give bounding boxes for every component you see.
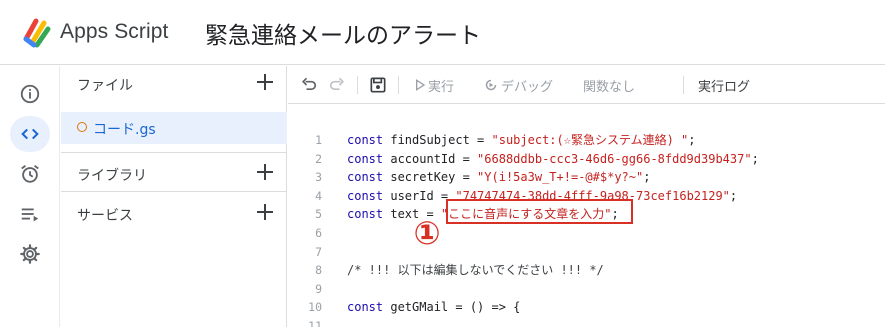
add-library-plus-icon[interactable] (253, 160, 277, 184)
left-navigation-rail (0, 66, 60, 327)
code-line[interactable]: 9 (288, 280, 885, 299)
editor-button[interactable] (10, 116, 50, 152)
code-token-rest: accountId = (383, 151, 478, 166)
app-name: Apps Script (60, 20, 169, 43)
line-number: 5 (315, 207, 322, 222)
line-number: 6 (315, 226, 322, 240)
code-token-kw: const (347, 133, 384, 147)
code-token-tail: ; (751, 151, 759, 166)
code-text: const secretKey = "Y(i!5a3w_T+!=-@#$*y?~… (347, 168, 650, 187)
files-panel: ファイル コード.gs ライブラリ サービス (61, 66, 287, 327)
run-button[interactable]: 実行 (428, 76, 454, 95)
code-token-kw: const (347, 188, 384, 203)
code-line[interactable]: 8 /* !!! 以下は編集しないでください !!! */ (288, 261, 885, 280)
code-token-kw: const (347, 300, 384, 315)
save-icon[interactable] (368, 75, 388, 95)
run-play-icon[interactable] (412, 75, 428, 95)
toolbar-separator (357, 76, 358, 94)
code-token-rest: /* !!! 以下は編集しないでください !!! */ (347, 263, 604, 278)
annotation-highlight-box (446, 199, 633, 224)
files-label: ファイル (77, 78, 133, 94)
undo-icon[interactable] (299, 75, 319, 95)
redo-icon[interactable] (327, 75, 347, 95)
gear-icon (20, 244, 40, 264)
code-line[interactable]: 2 const accountId = "6688ddbb-ccc3-46d6-g… (288, 150, 885, 169)
code-token-rest: findSubject = (383, 133, 492, 147)
code-token-tail: ; (688, 133, 696, 147)
triggers-button[interactable] (10, 156, 50, 192)
alarm-clock-icon (21, 165, 39, 183)
add-file-plus-icon[interactable] (253, 70, 277, 94)
code-text: const getGMail = () => { (347, 298, 520, 317)
code-line[interactable]: 10 const getGMail = () => { (288, 298, 885, 317)
project-title[interactable]: 緊急連絡メールのアラート (205, 16, 481, 50)
annotation-number-badge: ① (413, 214, 441, 252)
line-number: 7 (315, 244, 322, 259)
function-select[interactable]: 関数なし (583, 76, 635, 95)
file-name: コード.gs (93, 122, 156, 138)
code-token-kw: const (347, 170, 384, 185)
code-token-rest: secretKey = (383, 170, 478, 185)
line-number: 1 (315, 133, 322, 147)
code-text: /* !!! 以下は編集しないでください !!! */ (347, 261, 604, 280)
overview-button[interactable] (10, 76, 50, 112)
file-item-code-gs[interactable]: コード.gs (61, 112, 287, 144)
toolbar-separator (398, 76, 399, 94)
executions-button[interactable] (10, 196, 50, 232)
code-token-rest: userId = (383, 188, 456, 203)
code-line[interactable]: 6 (288, 224, 885, 243)
files-header: ファイル (61, 66, 287, 102)
info-icon (20, 84, 40, 104)
file-status-dot-icon (77, 122, 87, 132)
code-token-str: "Y(i!5a3w_T+!=-@#$*y?~" (477, 170, 644, 185)
code-token-tail: ; (643, 170, 651, 185)
debug-icon[interactable] (482, 75, 500, 95)
code-icon (21, 128, 39, 140)
editor-toolbar: 実行 デバッグ 関数なし 実行ログ (288, 66, 885, 104)
line-number: 9 (315, 281, 322, 296)
code-token-tail: ; (729, 188, 738, 203)
executions-list-icon (21, 208, 39, 222)
code-line[interactable]: 1 const findSubject = "subject:(☆緊急システム連絡… (288, 131, 885, 150)
debug-button[interactable]: デバッグ (501, 76, 553, 95)
code-line[interactable]: 7 (288, 243, 885, 262)
code-line[interactable]: 11 (288, 317, 885, 327)
divider (61, 152, 287, 153)
line-number: 3 (315, 170, 322, 185)
line-number: 4 (315, 188, 322, 203)
code-token-str: "subject:(☆緊急システム連絡) " (491, 133, 689, 147)
line-number: 2 (315, 151, 322, 166)
line-number: 8 (315, 263, 322, 278)
line-number: 10 (308, 300, 322, 315)
services-header: サービス (61, 196, 287, 232)
libraries-label: ライブラリ (77, 168, 147, 184)
code-token-str: "6688ddbb-ccc3-46d6-gg66-8fdd9d39b437" (477, 151, 752, 166)
divider (61, 191, 287, 192)
apps-script-logo-icon[interactable] (22, 17, 52, 49)
top-bar: Apps Script 緊急連絡メールのアラート (0, 0, 885, 65)
libraries-header: ライブラリ (61, 156, 287, 192)
code-text: const findSubject = "subject:(☆緊急システム連絡)… (347, 131, 696, 150)
code-token-rest: getGMail = () => { (383, 300, 521, 315)
toolbar-separator (683, 76, 684, 94)
services-label: サービス (77, 208, 133, 224)
settings-button[interactable] (10, 236, 50, 272)
code-text: const accountId = "6688ddbb-ccc3-46d6-gg… (347, 150, 759, 169)
add-service-plus-icon[interactable] (253, 200, 277, 224)
code-token-kw: const (347, 207, 384, 222)
code-line[interactable]: 3 const secretKey = "Y(i!5a3w_T+!=-@#$*y?… (288, 168, 885, 187)
line-number: 11 (308, 319, 322, 327)
code-token-kw: const (347, 151, 384, 166)
execution-log-button[interactable]: 実行ログ (698, 76, 750, 95)
